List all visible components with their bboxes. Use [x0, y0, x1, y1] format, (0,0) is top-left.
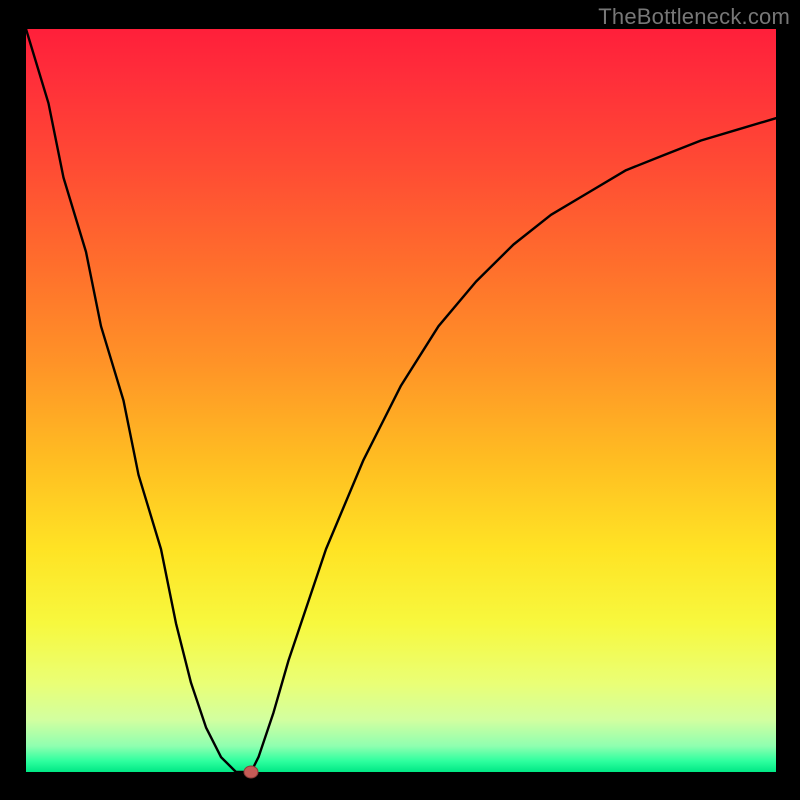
chart-container: TheBottleneck.com: [0, 0, 800, 800]
plot-background: [26, 29, 776, 772]
optimum-marker: [244, 766, 258, 778]
bottleneck-chart: [0, 0, 800, 800]
watermark-text: TheBottleneck.com: [598, 4, 790, 30]
